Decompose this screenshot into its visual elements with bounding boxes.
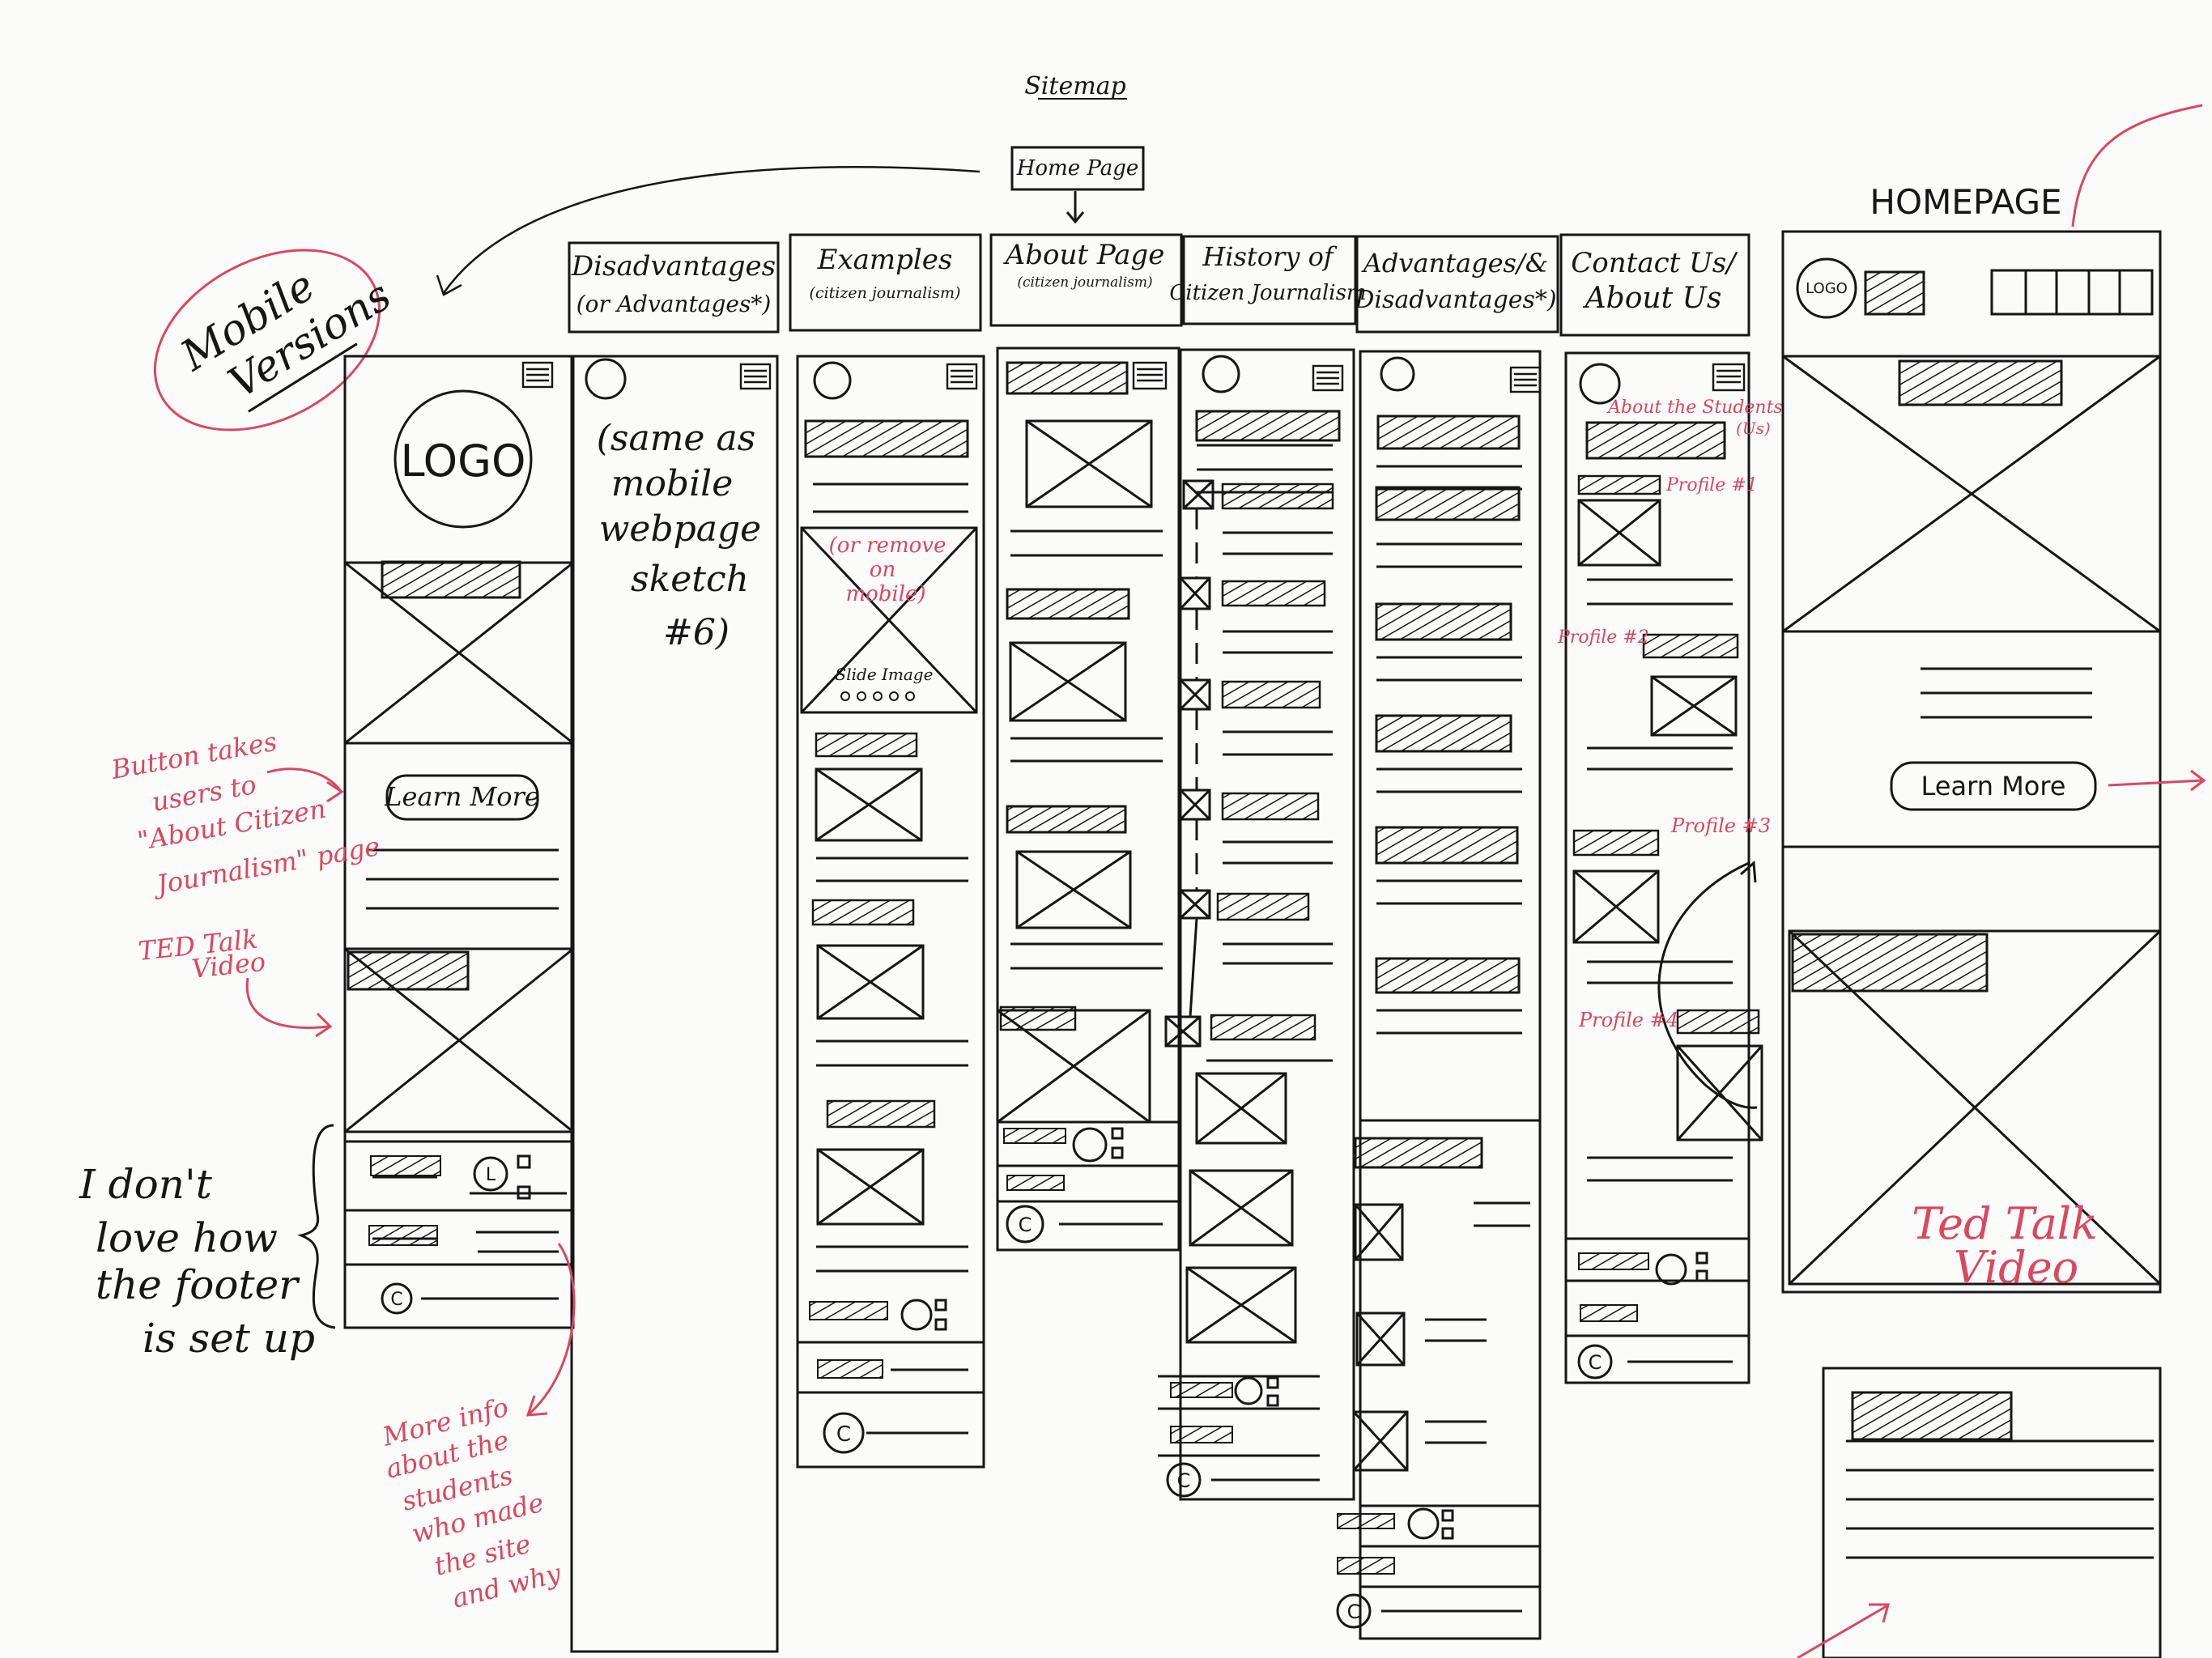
- or-remove-line3: mobile): [845, 582, 925, 606]
- page-title: Sitemap: [1024, 72, 1126, 100]
- about-footer-c: C: [1019, 1214, 1032, 1236]
- phone-contact: [1564, 351, 1750, 1384]
- column-subtitle-about: (citizen journalism): [1017, 274, 1152, 291]
- profile-3: Profile #3: [1670, 814, 1771, 837]
- about-students-label: About the Students: [1606, 397, 1783, 418]
- column-subtitle-disadvantages: (or Advantages*): [576, 291, 772, 317]
- column-title-contact: Contact Us/: [1571, 247, 1738, 279]
- desktop-heading: HOMEPAGE: [1870, 182, 2061, 222]
- slide-image-label: Slide Image: [836, 665, 934, 684]
- history-footer-c: C: [1177, 1469, 1191, 1492]
- desktop-learn-more: Learn More: [1921, 771, 2066, 801]
- contact-footer-c: C: [1589, 1351, 1602, 1374]
- learn-more-mobile: Learn More: [384, 781, 540, 812]
- phone-disadvantages: [570, 355, 779, 1653]
- same-as-line3: webpage: [599, 508, 761, 550]
- desktop-logo: LOGO: [1806, 280, 1848, 297]
- column-title-about: About Page: [1003, 239, 1165, 271]
- ted-talk-desktop-line2: Video: [1954, 1242, 2078, 1293]
- note-footer-line4: is set up: [143, 1315, 315, 1362]
- profile-2: Profile #2: [1557, 627, 1649, 648]
- footer-clock-icon: L: [486, 1165, 496, 1185]
- column-subtitle-advantages: Disadvantages*): [1354, 286, 1556, 314]
- column-title-examples: Examples: [817, 244, 953, 276]
- logo-text: LOGO: [400, 436, 525, 487]
- or-remove-line1: (or remove: [829, 534, 946, 558]
- home-page-label: Home Page: [1016, 156, 1139, 181]
- examples-footer-c: C: [836, 1422, 851, 1447]
- same-as-line1: (same as: [597, 418, 756, 459]
- note-footer-line2: love how: [96, 1214, 278, 1261]
- column-subtitle-contact: About Us: [1583, 282, 1722, 315]
- column-subtitle-examples: (citizen journalism): [810, 284, 961, 302]
- note-footer-line1: I don't: [79, 1161, 213, 1208]
- phone-history: [1179, 348, 1355, 1501]
- about-students-us: (Us): [1736, 419, 1771, 438]
- same-as-line5: #6): [663, 612, 730, 653]
- note-ted-line2: Video: [190, 946, 267, 984]
- column-subtitle-history: Citizen Journalism: [1169, 281, 1366, 305]
- profile-4: Profile #4: [1578, 1009, 1678, 1031]
- column-title-advantages: Advantages/&: [1361, 248, 1548, 278]
- profile-1: Profile #1: [1665, 475, 1758, 495]
- note-footer-line3: the footer: [96, 1261, 300, 1308]
- column-title-disadvantages: Disadvantages: [571, 250, 776, 283]
- column-title-history: History of: [1202, 241, 1338, 272]
- same-as-line4: sketch: [631, 559, 749, 600]
- footer-c-icon: C: [390, 1290, 402, 1310]
- same-as-line2: mobile: [611, 463, 734, 504]
- phone-home: [343, 355, 575, 1329]
- sitemap-sketch: Sitemap Home Page Disadvantages (or Adva…: [79, 72, 2206, 1658]
- advantages-footer-c: C: [1347, 1601, 1361, 1623]
- or-remove-line2: on: [870, 558, 895, 582]
